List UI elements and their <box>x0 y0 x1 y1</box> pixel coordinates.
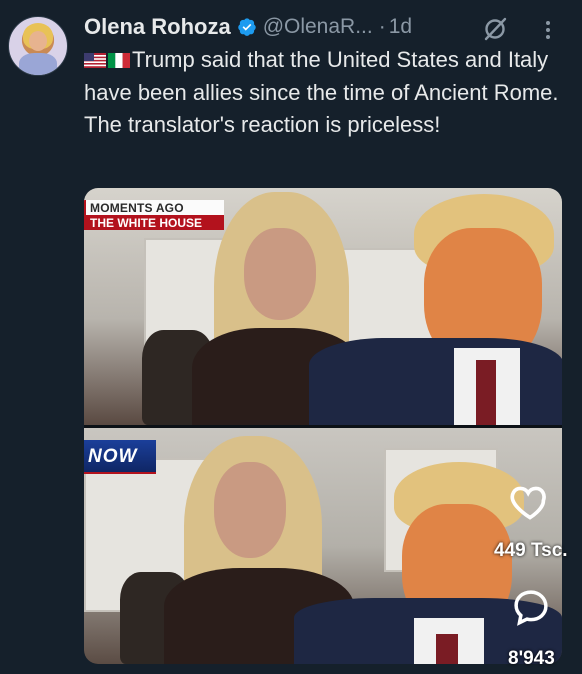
post-media[interactable]: MOMENTS AGO THE WHITE HOUSE NOW <box>84 188 562 664</box>
comment-icon[interactable] <box>510 586 552 628</box>
separator: · <box>378 15 386 38</box>
post-text-block: Trump said that the United States and It… <box>84 44 564 142</box>
banner-line-2: THE WHITE HOUSE <box>90 216 203 230</box>
post-header: Olena Rohoza @OlenaR... · 1d <box>84 12 412 42</box>
grok-icon[interactable] <box>482 16 508 42</box>
media-frame-top: MOMENTS AGO THE WHITE HOUSE <box>84 188 562 425</box>
reply-count[interactable]: 8'943 <box>508 648 555 670</box>
heart-icon[interactable] <box>508 480 552 524</box>
news-banner: MOMENTS AGO THE WHITE HOUSE <box>84 200 224 230</box>
banner-line-1: MOMENTS AGO <box>90 201 184 215</box>
italy-flag-icon <box>108 53 130 68</box>
us-flag-icon <box>84 53 106 68</box>
author-handle[interactable]: @OlenaR... <box>263 15 373 39</box>
post-text: Trump said that the United States and It… <box>84 47 559 137</box>
avatar[interactable] <box>8 16 68 76</box>
verified-badge-icon <box>237 18 256 36</box>
media-frame-bottom: NOW <box>84 428 562 664</box>
news-logo: NOW <box>84 440 156 474</box>
like-count[interactable]: 449 Tsc. <box>494 540 568 562</box>
more-options-icon[interactable] <box>536 18 560 42</box>
author-name[interactable]: Olena Rohoza <box>84 14 231 40</box>
news-logo-text: NOW <box>88 446 138 467</box>
post-time[interactable]: 1d <box>389 15 412 39</box>
